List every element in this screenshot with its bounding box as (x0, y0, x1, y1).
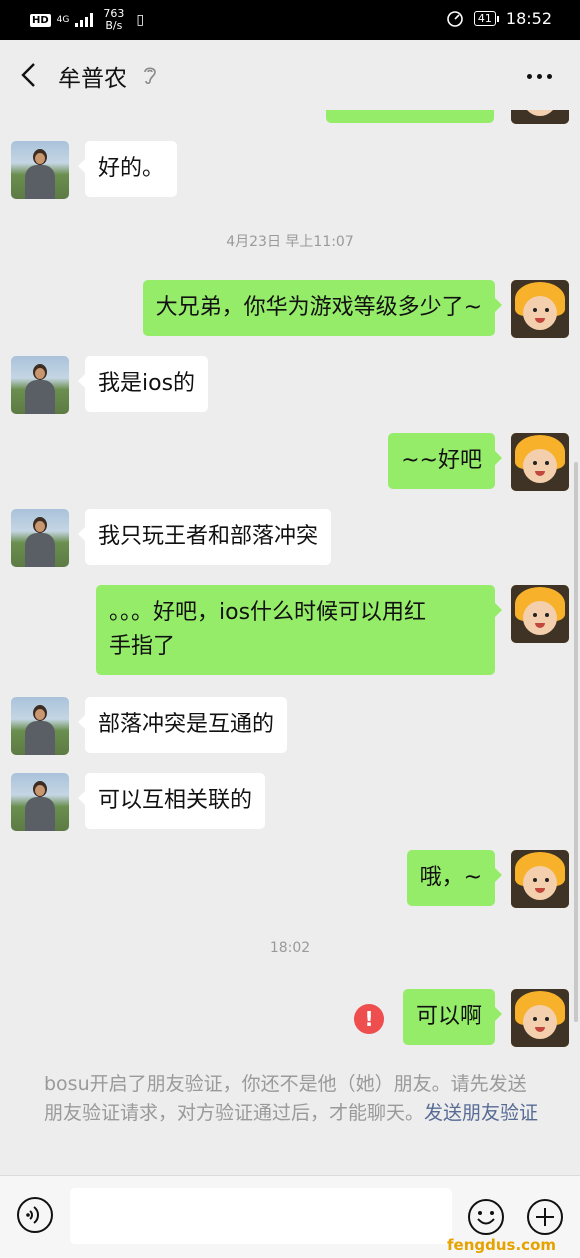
watermark: fengdus.com (447, 1236, 556, 1254)
message-bubble-received[interactable]: 我只玩王者和部落冲突 (77, 509, 332, 565)
avatar-contact[interactable] (11, 509, 69, 567)
input-bar: fengdus.com (0, 1175, 580, 1258)
status-bar: HD 4G 763 B/s ▯ 41 18:52 (0, 0, 580, 40)
signal-icon (75, 13, 94, 27)
speed-unit: B/s (105, 19, 123, 32)
status-left: HD 4G 763 B/s ▯ (30, 8, 144, 32)
message-bubble-sent[interactable]: 可以啊 (402, 989, 503, 1045)
message-bubble-sent[interactable]: 。。。好吧，ios什么时候可以用红 手指了 (96, 585, 502, 675)
chat-header: 牟普农 (0, 40, 580, 110)
avatar-contact[interactable] (11, 356, 69, 414)
message-bubble-received[interactable]: 我是ios的 (77, 356, 209, 412)
chat-history[interactable]: 好的。 4月23日 早上11:07 大兄弟，你华为游戏等级多少了~ 我是ios的… (0, 110, 580, 1175)
battery-indicator: 41 (473, 11, 499, 26)
message-bubble-received[interactable]: 可以互相关联的 (77, 773, 266, 829)
send-failed-icon[interactable]: ! (354, 1004, 384, 1034)
more-dots-icon[interactable] (527, 74, 552, 79)
send-friend-request-link[interactable]: 发送朋友验证 (424, 1102, 538, 1124)
avatar-self[interactable] (511, 989, 569, 1047)
performance-icon (447, 10, 463, 27)
avatar-self[interactable] (511, 585, 569, 643)
message-bubble-received[interactable]: 部落冲突是互通的 (77, 697, 288, 753)
clock: 18:52 (505, 9, 552, 28)
message-bubble-received[interactable]: 好的。 (77, 141, 178, 197)
hd-badge: HD (30, 13, 51, 27)
voice-icon[interactable] (16, 1196, 54, 1234)
timestamp: 4月23日 早上11:07 (226, 234, 354, 250)
timestamp: 18:02 (269, 940, 311, 956)
network-speed: 763 B/s (103, 8, 124, 32)
earpiece-icon[interactable] (142, 64, 158, 86)
avatar-contact[interactable] (11, 697, 69, 755)
avatar-contact[interactable] (11, 141, 69, 199)
message-line: 。。。好吧，ios什么时候可以用红 (109, 600, 427, 625)
avatar-self[interactable] (511, 110, 569, 124)
message-bubble-sent[interactable]: 哦，~ (406, 850, 503, 906)
message-bubble-sent[interactable]: 大兄弟，你华为游戏等级多少了~ (142, 280, 503, 336)
status-right: 41 18:52 (446, 9, 552, 28)
message-bubble-sent[interactable] (326, 110, 494, 123)
avatar-self[interactable] (511, 850, 569, 908)
avatar-self[interactable] (511, 280, 569, 338)
scrollbar[interactable] (574, 462, 578, 1022)
avatar-self[interactable] (511, 433, 569, 491)
network-type: 4G (56, 14, 70, 25)
page-title: 牟普农 (58, 66, 127, 92)
system-notice: bosu开启了朋友验证，你还不是他（她）朋友。请先发送朋友验证请求，对方验证通过… (44, 1070, 544, 1128)
chevron-left-icon[interactable] (16, 60, 42, 90)
message-bubble-sent[interactable]: ~~好吧 (388, 433, 502, 489)
emoji-icon[interactable] (467, 1198, 505, 1236)
avatar-contact[interactable] (11, 773, 69, 831)
message-line: 手指了 (109, 634, 176, 659)
vibrate-icon: ▯ (136, 12, 145, 28)
message-input[interactable] (70, 1188, 452, 1244)
plus-icon[interactable] (526, 1198, 564, 1236)
